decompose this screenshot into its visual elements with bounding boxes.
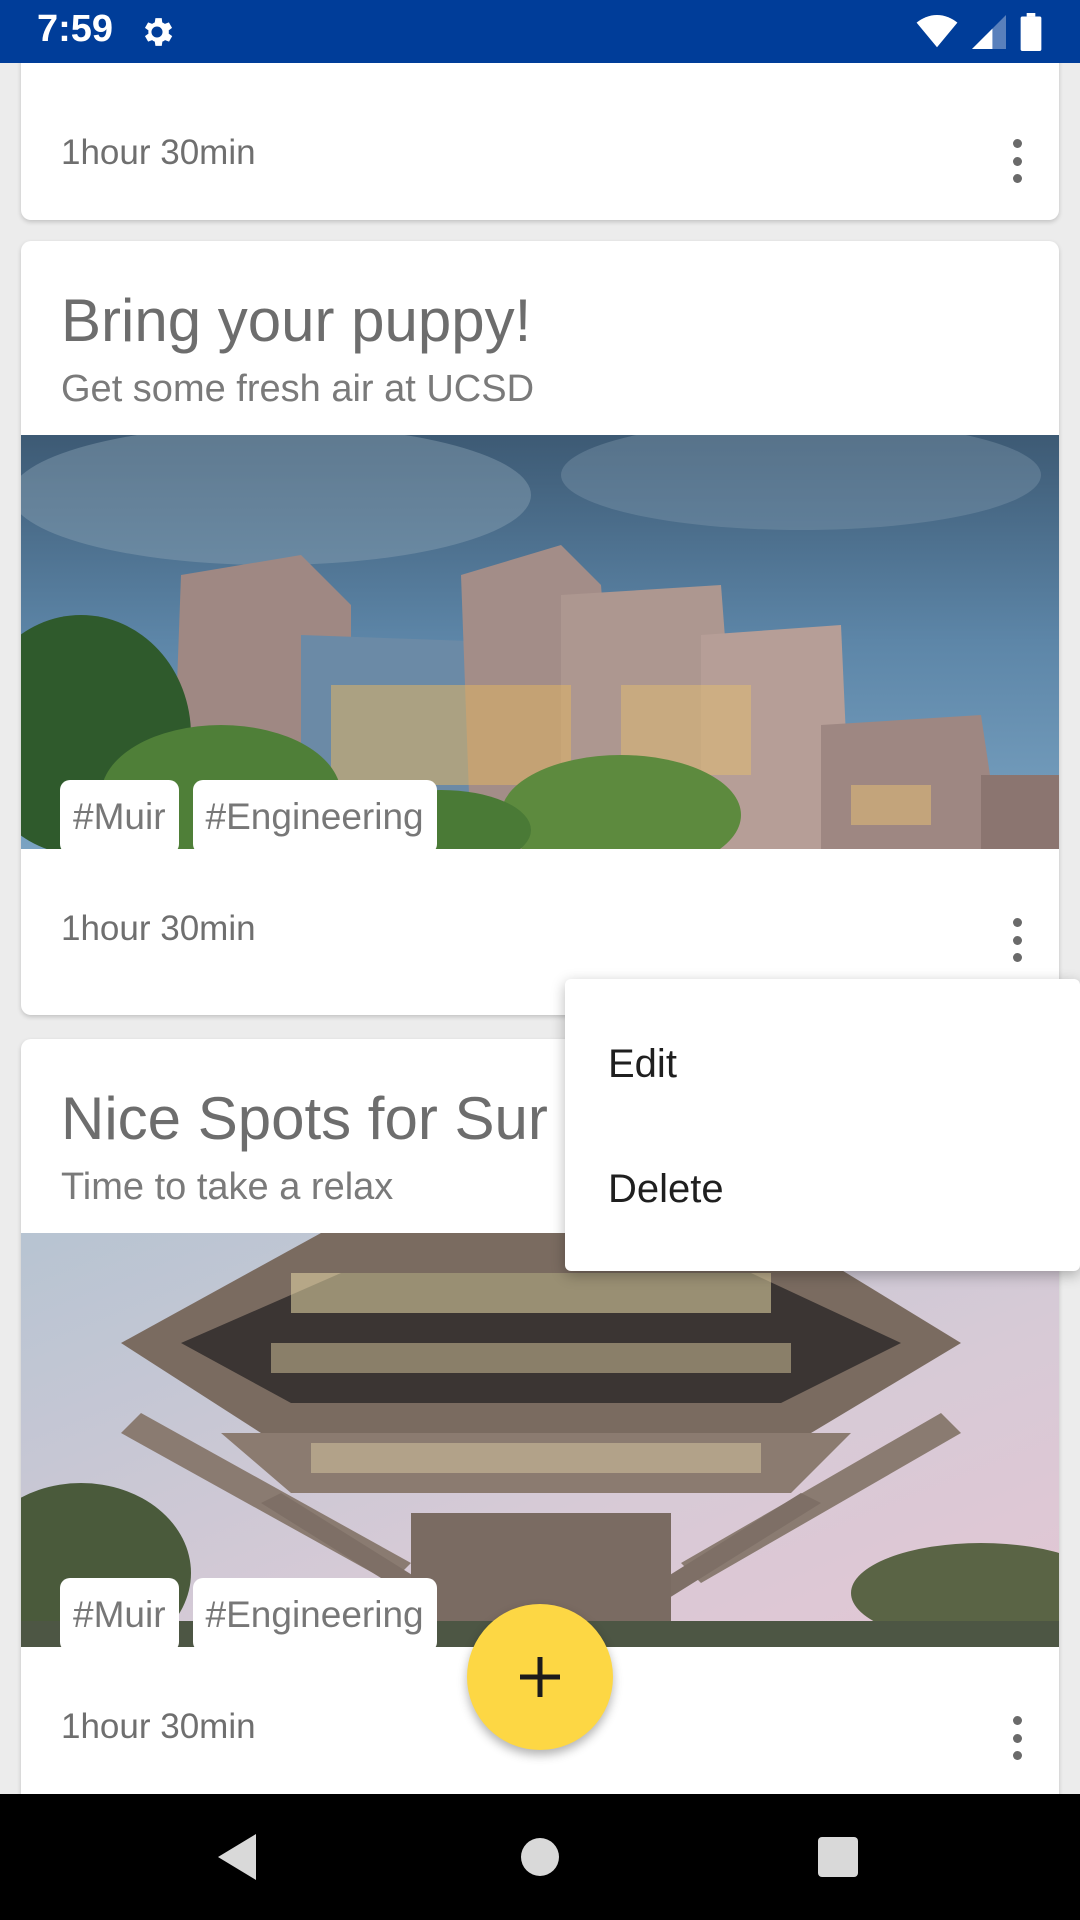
signal-icon xyxy=(972,15,1006,49)
menu-item-delete[interactable]: Delete xyxy=(608,1167,724,1212)
recents-icon xyxy=(818,1837,858,1877)
card-title: Bring your puppy! xyxy=(61,287,532,354)
wifi-icon xyxy=(916,15,958,48)
battery-icon xyxy=(1020,13,1042,51)
home-icon xyxy=(521,1838,559,1876)
more-vert-icon[interactable] xyxy=(1005,918,1029,962)
tag-list: #Muir #Engineering xyxy=(60,780,437,854)
card-duration: 1hour 30min xyxy=(61,909,256,948)
tag-chip[interactable]: #Muir xyxy=(60,780,179,854)
nav-home-button[interactable] xyxy=(480,1794,600,1920)
navigation-bar xyxy=(0,1794,1080,1920)
back-icon xyxy=(218,1834,256,1880)
more-vert-icon[interactable] xyxy=(1005,139,1029,183)
gear-icon xyxy=(144,18,173,46)
event-card[interactable]: Bring your puppy! Get some fresh air at … xyxy=(21,241,1059,1015)
card-duration: 1hour 30min xyxy=(61,1707,256,1746)
card-subtitle: Time to take a relax xyxy=(61,1166,394,1208)
card-list[interactable]: 1hour 30min Bring your puppy! Get some f… xyxy=(0,63,1080,1794)
tag-list: #Muir #Engineering xyxy=(60,1578,437,1652)
menu-item-edit[interactable]: Edit xyxy=(608,1042,677,1087)
status-bar: 7:59 xyxy=(0,0,1080,63)
status-time: 7:59 xyxy=(37,8,114,50)
card-subtitle: Get some fresh air at UCSD xyxy=(61,368,535,410)
tag-chip[interactable]: #Engineering xyxy=(192,1578,437,1652)
more-vert-icon[interactable] xyxy=(1005,1716,1029,1760)
card-duration: 1hour 30min xyxy=(61,133,256,172)
tag-chip[interactable]: #Muir xyxy=(60,1578,179,1652)
event-card[interactable]: 1hour 30min xyxy=(21,63,1059,220)
nav-recents-button[interactable] xyxy=(778,1794,898,1920)
card-title: Nice Spots for Sur xyxy=(61,1085,548,1152)
tag-chip[interactable]: #Engineering xyxy=(192,780,437,854)
plus-icon xyxy=(520,1657,560,1697)
nav-back-button[interactable] xyxy=(178,1794,298,1920)
overflow-menu: Edit Delete xyxy=(565,979,1080,1271)
add-button[interactable] xyxy=(467,1604,613,1750)
